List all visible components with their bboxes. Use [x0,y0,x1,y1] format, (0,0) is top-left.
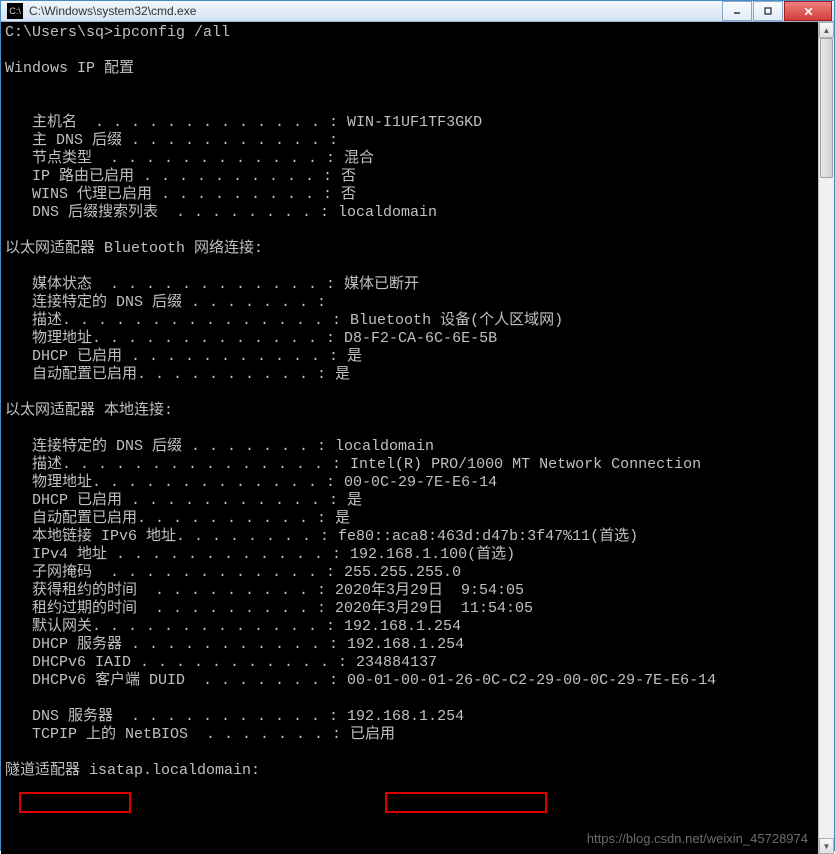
node-type: 节点类型 . . . . . . . . . . . . : 混合 [5,150,374,167]
highlight-dns-label [19,792,131,813]
scroll-thumb[interactable] [820,38,833,178]
ip-routing: IP 路由已启用 . . . . . . . . . . : 否 [5,168,356,185]
lc-lease-expires: 租约过期的时间 . . . . . . . . . : 2020年3月29日 1… [5,600,533,617]
host-name: 主机名 . . . . . . . . . . . . . : WIN-I1UF… [5,114,482,131]
section-local: 以太网适配器 本地连接: [5,402,173,419]
lc-description: 描述. . . . . . . . . . . . . . . : Intel(… [5,456,701,473]
section-tunnel: 隧道适配器 isatap.localdomain: [5,762,260,779]
lc-ipv6-address: 本地链接 IPv6 地址. . . . . . . . : fe80::aca8… [5,528,638,545]
cmd-icon: C:\ [7,3,23,19]
highlight-dns-value [385,792,547,813]
section-bluetooth: 以太网适配器 Bluetooth 网络连接: [5,240,263,257]
lc-netbios: TCPIP 上的 NetBIOS . . . . . . . : 已启用 [5,726,395,743]
vertical-scrollbar[interactable]: ▲ ▼ [818,22,834,854]
titlebar[interactable]: C:\ C:\Windows\system32\cmd.exe [1,1,834,22]
scroll-down-arrow[interactable]: ▼ [819,838,834,854]
bt-media-state: 媒体状态 . . . . . . . . . . . . : 媒体已断开 [5,276,419,293]
bt-dhcp-enabled: DHCP 已启用 . . . . . . . . . . . : 是 [5,348,362,365]
maximize-button[interactable] [753,1,783,21]
lc-dhcpv6-iaid: DHCPv6 IAID . . . . . . . . . . . : 2348… [5,654,437,671]
lc-lease-obtained: 获得租约的时间 . . . . . . . . . : 2020年3月29日 9… [5,582,524,599]
lc-ipv4-address: IPv4 地址 . . . . . . . . . . . . : 192.16… [5,546,515,563]
lc-default-gateway: 默认网关. . . . . . . . . . . . . : 192.168.… [5,618,461,635]
terminal-wrapper: C:\Users\sq>ipconfig /all Windows IP 配置 … [1,22,834,854]
primary-dns-suffix: 主 DNS 后缀 . . . . . . . . . . . : [5,132,338,149]
cmd-window: C:\ C:\Windows\system32\cmd.exe C:\Users… [0,0,835,851]
dns-suffix-list: DNS 后缀搜索列表 . . . . . . . . : localdomain [5,204,437,221]
window-title: C:\Windows\system32\cmd.exe [29,4,722,18]
section-ipconfig: Windows IP 配置 [5,60,134,77]
lc-dhcpv6-duid: DHCPv6 客户端 DUID . . . . . . . : 00-01-00… [5,672,716,689]
bt-physical-address: 物理地址. . . . . . . . . . . . . : D8-F2-CA… [5,330,497,347]
lc-dhcp-server: DHCP 服务器 . . . . . . . . . . . : 192.168… [5,636,464,653]
lc-dns-server: DNS 服务器 . . . . . . . . . . . : 192.168.… [5,708,464,725]
terminal-output[interactable]: C:\Users\sq>ipconfig /all Windows IP 配置 … [1,22,818,854]
bt-conn-dns: 连接特定的 DNS 后缀 . . . . . . . : [5,294,326,311]
lc-dhcp-enabled: DHCP 已启用 . . . . . . . . . . . : 是 [5,492,362,509]
lc-autoconfig: 自动配置已启用. . . . . . . . . . : 是 [5,510,350,527]
lc-physical-address: 物理地址. . . . . . . . . . . . . : 00-0C-29… [5,474,497,491]
lc-subnet-mask: 子网掩码 . . . . . . . . . . . . : 255.255.2… [5,564,461,581]
bt-autoconfig: 自动配置已启用. . . . . . . . . . : 是 [5,366,350,383]
minimize-button[interactable] [722,1,752,21]
close-button[interactable] [784,1,832,21]
bt-description: 描述. . . . . . . . . . . . . . . : Blueto… [5,312,563,329]
window-controls [722,1,832,21]
scroll-track[interactable] [819,38,834,838]
watermark: https://blog.csdn.net/weixin_45728974 [587,830,808,848]
lc-conn-dns: 连接特定的 DNS 后缀 . . . . . . . : localdomain [5,438,434,455]
scroll-up-arrow[interactable]: ▲ [819,22,834,38]
prompt-line: C:\Users\sq>ipconfig /all [5,24,230,41]
wins-proxy: WINS 代理已启用 . . . . . . . . . : 否 [5,186,356,203]
